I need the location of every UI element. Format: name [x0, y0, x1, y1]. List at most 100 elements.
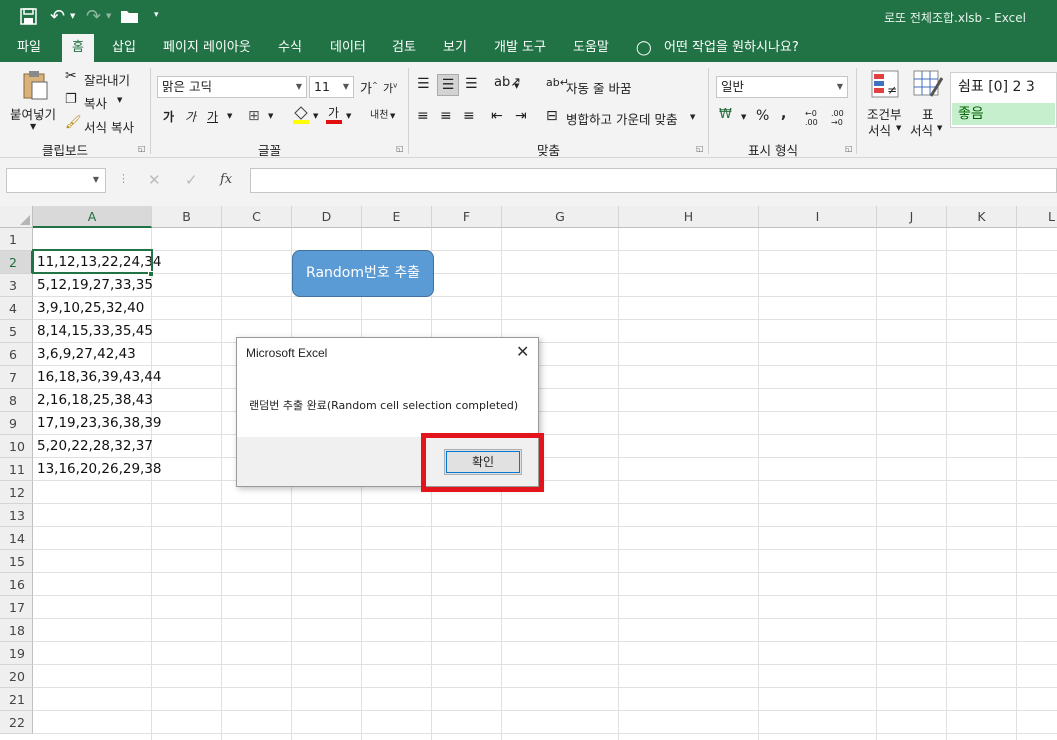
paste-dropdown-icon[interactable]: ▼: [30, 122, 36, 131]
wrap-text-button[interactable]: 자동 줄 바꿈: [566, 78, 631, 97]
row-header[interactable]: 6: [0, 343, 33, 366]
column-header-i[interactable]: I: [759, 206, 877, 228]
row-header[interactable]: 14: [0, 527, 33, 550]
tab-file[interactable]: 파일: [17, 34, 41, 62]
row-header[interactable]: 9: [0, 412, 33, 435]
number-format-combo[interactable]: 일반 ▼: [716, 76, 848, 98]
row-header[interactable]: 18: [0, 619, 33, 642]
decrease-indent-icon[interactable]: ⇤: [491, 108, 503, 124]
cell-a8[interactable]: 2,16,18,25,38,43: [34, 389, 153, 412]
tab-developer[interactable]: 개발 도구: [494, 34, 546, 62]
dialog-launcher-icon[interactable]: ◱: [845, 144, 853, 153]
row-header[interactable]: 13: [0, 504, 33, 527]
column-header-h[interactable]: H: [619, 206, 759, 228]
tab-insert[interactable]: 삽입: [112, 34, 136, 62]
redo-dropdown-icon[interactable]: ▼: [106, 12, 111, 20]
font-size-combo[interactable]: 11 ▼: [309, 76, 354, 98]
bold-icon[interactable]: 가: [163, 108, 174, 125]
cell-a11[interactable]: 13,16,20,26,29,38: [34, 458, 162, 481]
align-bottom-icon[interactable]: ☰: [465, 76, 478, 92]
increase-font-icon[interactable]: 가^: [360, 78, 378, 97]
undo-dropdown-icon[interactable]: ▼: [70, 12, 75, 20]
style-comma0[interactable]: 쉼표 [0] 2 3: [958, 76, 1035, 96]
row-header[interactable]: 16: [0, 573, 33, 596]
row-header[interactable]: 10: [0, 435, 33, 458]
row-header[interactable]: 2: [0, 251, 33, 274]
increase-decimal-icon[interactable]: ←0.00: [805, 109, 818, 127]
font-color-icon[interactable]: 가: [325, 104, 343, 127]
row-header[interactable]: 3: [0, 274, 33, 297]
align-right-icon[interactable]: ≡: [463, 108, 475, 124]
column-header-g[interactable]: G: [502, 206, 619, 228]
cell-a4[interactable]: 3,9,10,25,32,40: [34, 297, 151, 320]
close-icon[interactable]: ✕: [516, 342, 529, 361]
tab-review[interactable]: 검토: [392, 34, 416, 62]
align-top-icon[interactable]: ☰: [417, 76, 430, 92]
tab-page-layout[interactable]: 페이지 레이아웃: [163, 34, 251, 62]
row-header[interactable]: 21: [0, 688, 33, 711]
paste-icon[interactable]: [22, 70, 48, 103]
font-color-dropdown-icon[interactable]: ▼: [346, 112, 351, 120]
tab-help[interactable]: 도움말: [573, 34, 609, 62]
cell-a3[interactable]: 5,12,19,27,33,35: [34, 274, 153, 297]
border-icon[interactable]: ⊞: [248, 108, 260, 124]
dialog-launcher-icon[interactable]: ◱: [396, 144, 404, 153]
fill-color-dropdown-icon[interactable]: ▼: [313, 112, 318, 120]
tab-home[interactable]: 홈: [62, 34, 94, 62]
column-header-k[interactable]: K: [947, 206, 1017, 228]
cut-button[interactable]: 잘라내기: [84, 70, 130, 89]
row-header[interactable]: 8: [0, 389, 33, 412]
open-folder-icon[interactable]: [120, 8, 140, 27]
comma-icon[interactable]: ,: [781, 106, 786, 122]
align-center-icon[interactable]: ≡: [440, 108, 452, 124]
cell-a7[interactable]: 16,18,36,39,43,44: [34, 366, 162, 389]
row-header[interactable]: 1: [0, 228, 33, 251]
cell-a5[interactable]: 8,14,15,33,35,45: [34, 320, 153, 343]
fill-handle[interactable]: [148, 271, 154, 277]
copy-button[interactable]: 복사: [84, 93, 107, 112]
align-left-icon[interactable]: ≡: [417, 108, 429, 124]
row-header[interactable]: 7: [0, 366, 33, 389]
row-header[interactable]: 17: [0, 596, 33, 619]
column-header-c[interactable]: C: [222, 206, 292, 228]
row-header[interactable]: 20: [0, 665, 33, 688]
cell-a10[interactable]: 5,20,22,28,32,37: [34, 435, 153, 458]
paste-button[interactable]: 붙여넣기: [10, 104, 56, 123]
row-header[interactable]: 5: [0, 320, 33, 343]
select-all-corner[interactable]: [0, 206, 33, 228]
customize-qat-icon[interactable]: ▾: [154, 10, 159, 20]
row-header[interactable]: 22: [0, 711, 33, 734]
dialog-launcher-icon[interactable]: ◱: [696, 144, 704, 153]
merge-center-button[interactable]: 병합하고 가운데 맞춤: [566, 109, 677, 128]
chevron-down-icon[interactable]: ▼: [93, 175, 99, 184]
currency-icon[interactable]: ₩: [719, 107, 732, 122]
random-number-button[interactable]: Random번호 추출: [292, 250, 434, 297]
undo-icon[interactable]: ↶: [50, 6, 65, 27]
style-good[interactable]: 좋음: [952, 103, 1055, 125]
insert-function-icon[interactable]: fx: [220, 172, 232, 187]
phonetic-dropdown-icon[interactable]: ▼: [390, 112, 395, 120]
column-header-f[interactable]: F: [432, 206, 502, 228]
redo-icon[interactable]: ↷: [86, 6, 101, 27]
format-painter-button[interactable]: 서식 복사: [84, 117, 134, 136]
row-header[interactable]: 19: [0, 642, 33, 665]
increase-indent-icon[interactable]: ⇥: [515, 108, 527, 124]
row-header[interactable]: 12: [0, 481, 33, 504]
border-dropdown-icon[interactable]: ▼: [268, 112, 273, 120]
row-header[interactable]: 11: [0, 458, 33, 481]
cell-a6[interactable]: 3,6,9,27,42,43: [34, 343, 151, 366]
decrease-decimal-icon[interactable]: .00 →0: [831, 109, 844, 127]
underline-icon[interactable]: 가: [207, 108, 218, 125]
name-box[interactable]: ▼: [6, 168, 106, 193]
underline-dropdown-icon[interactable]: ▼: [227, 112, 232, 120]
orientation-dropdown-icon[interactable]: ▼: [514, 82, 519, 90]
fill-color-icon[interactable]: [292, 104, 310, 127]
tab-view[interactable]: 보기: [443, 34, 467, 62]
row-header[interactable]: 4: [0, 297, 33, 320]
merge-dropdown-icon[interactable]: ▼: [690, 113, 695, 121]
enter-icon[interactable]: ✓: [185, 171, 198, 189]
save-icon[interactable]: [20, 8, 37, 25]
column-header-b[interactable]: B: [152, 206, 222, 228]
currency-dropdown-icon[interactable]: ▼: [741, 113, 746, 121]
dialog-launcher-icon[interactable]: ◱: [138, 144, 146, 153]
